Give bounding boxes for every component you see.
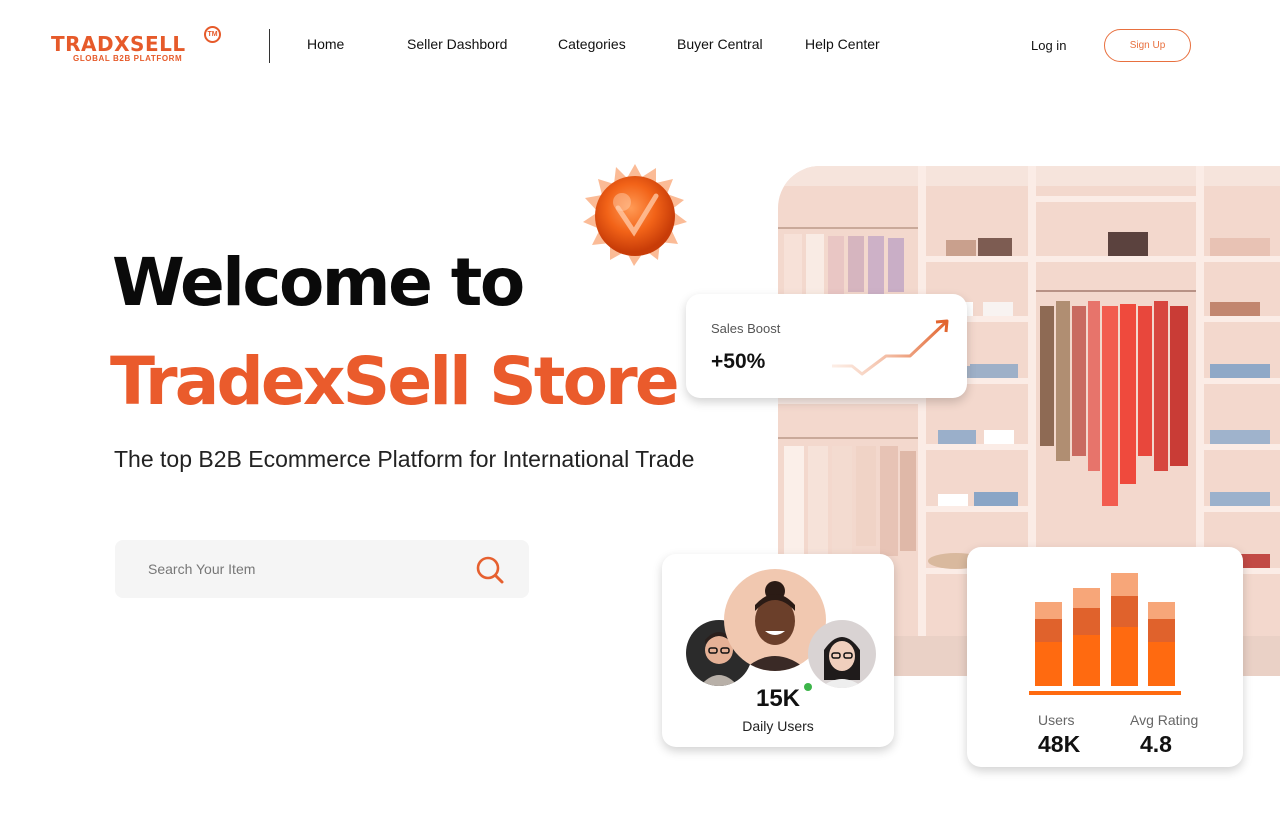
- brand-logo[interactable]: TRADXSELL TM GLOBAL B2B PLATFORM: [50, 26, 225, 68]
- nav-seller-dashboard[interactable]: Seller Dashbord: [407, 36, 507, 52]
- search-icon[interactable]: [474, 554, 506, 586]
- hero-title-line2: TradexSell Store: [110, 343, 680, 420]
- bar-chart-graphic: [1029, 573, 1181, 695]
- trend-up-icon: [832, 319, 949, 376]
- nav-help-center[interactable]: Help Center: [805, 36, 880, 52]
- hero-subtitle: The top B2B Ecommerce Platform for Inter…: [114, 446, 695, 472]
- fire-orb-graphic: [583, 164, 687, 266]
- sales-boost-card: Sales Boost +50%: [686, 294, 967, 398]
- search-input[interactable]: [115, 540, 465, 598]
- stat-rating-label: Avg Rating: [1130, 712, 1199, 728]
- nav-home[interactable]: Home: [307, 36, 344, 52]
- sales-boost-value: +50%: [711, 350, 766, 373]
- hero-title-line1: Welcome to: [112, 244, 525, 321]
- stat-users-value: 48K: [1038, 731, 1081, 757]
- header-divider: [269, 29, 270, 63]
- login-link[interactable]: Log in: [1031, 38, 1066, 53]
- stat-users-label: Users: [1038, 712, 1075, 728]
- nav-buyer-central[interactable]: Buyer Central: [677, 36, 763, 52]
- signup-button[interactable]: Sign Up: [1104, 29, 1191, 62]
- nav-categories[interactable]: Categories: [558, 36, 626, 52]
- daily-users-card: 15K Daily Users: [662, 554, 894, 747]
- search-bar: [115, 540, 529, 598]
- stats-card: Users 48K Avg Rating 4.8: [967, 547, 1243, 767]
- trademark-badge: TM: [204, 26, 221, 43]
- online-status-indicator: [804, 683, 812, 691]
- stat-rating-value: 4.8: [1140, 731, 1172, 757]
- sales-boost-title: Sales Boost: [711, 321, 781, 336]
- user-avatar-3: [808, 620, 876, 688]
- brand-name: TRADXSELL: [51, 32, 186, 56]
- brand-tagline: GLOBAL B2B PLATFORM: [73, 54, 183, 63]
- daily-users-value: 15K: [755, 685, 801, 712]
- daily-users-label: Daily Users: [742, 718, 814, 734]
